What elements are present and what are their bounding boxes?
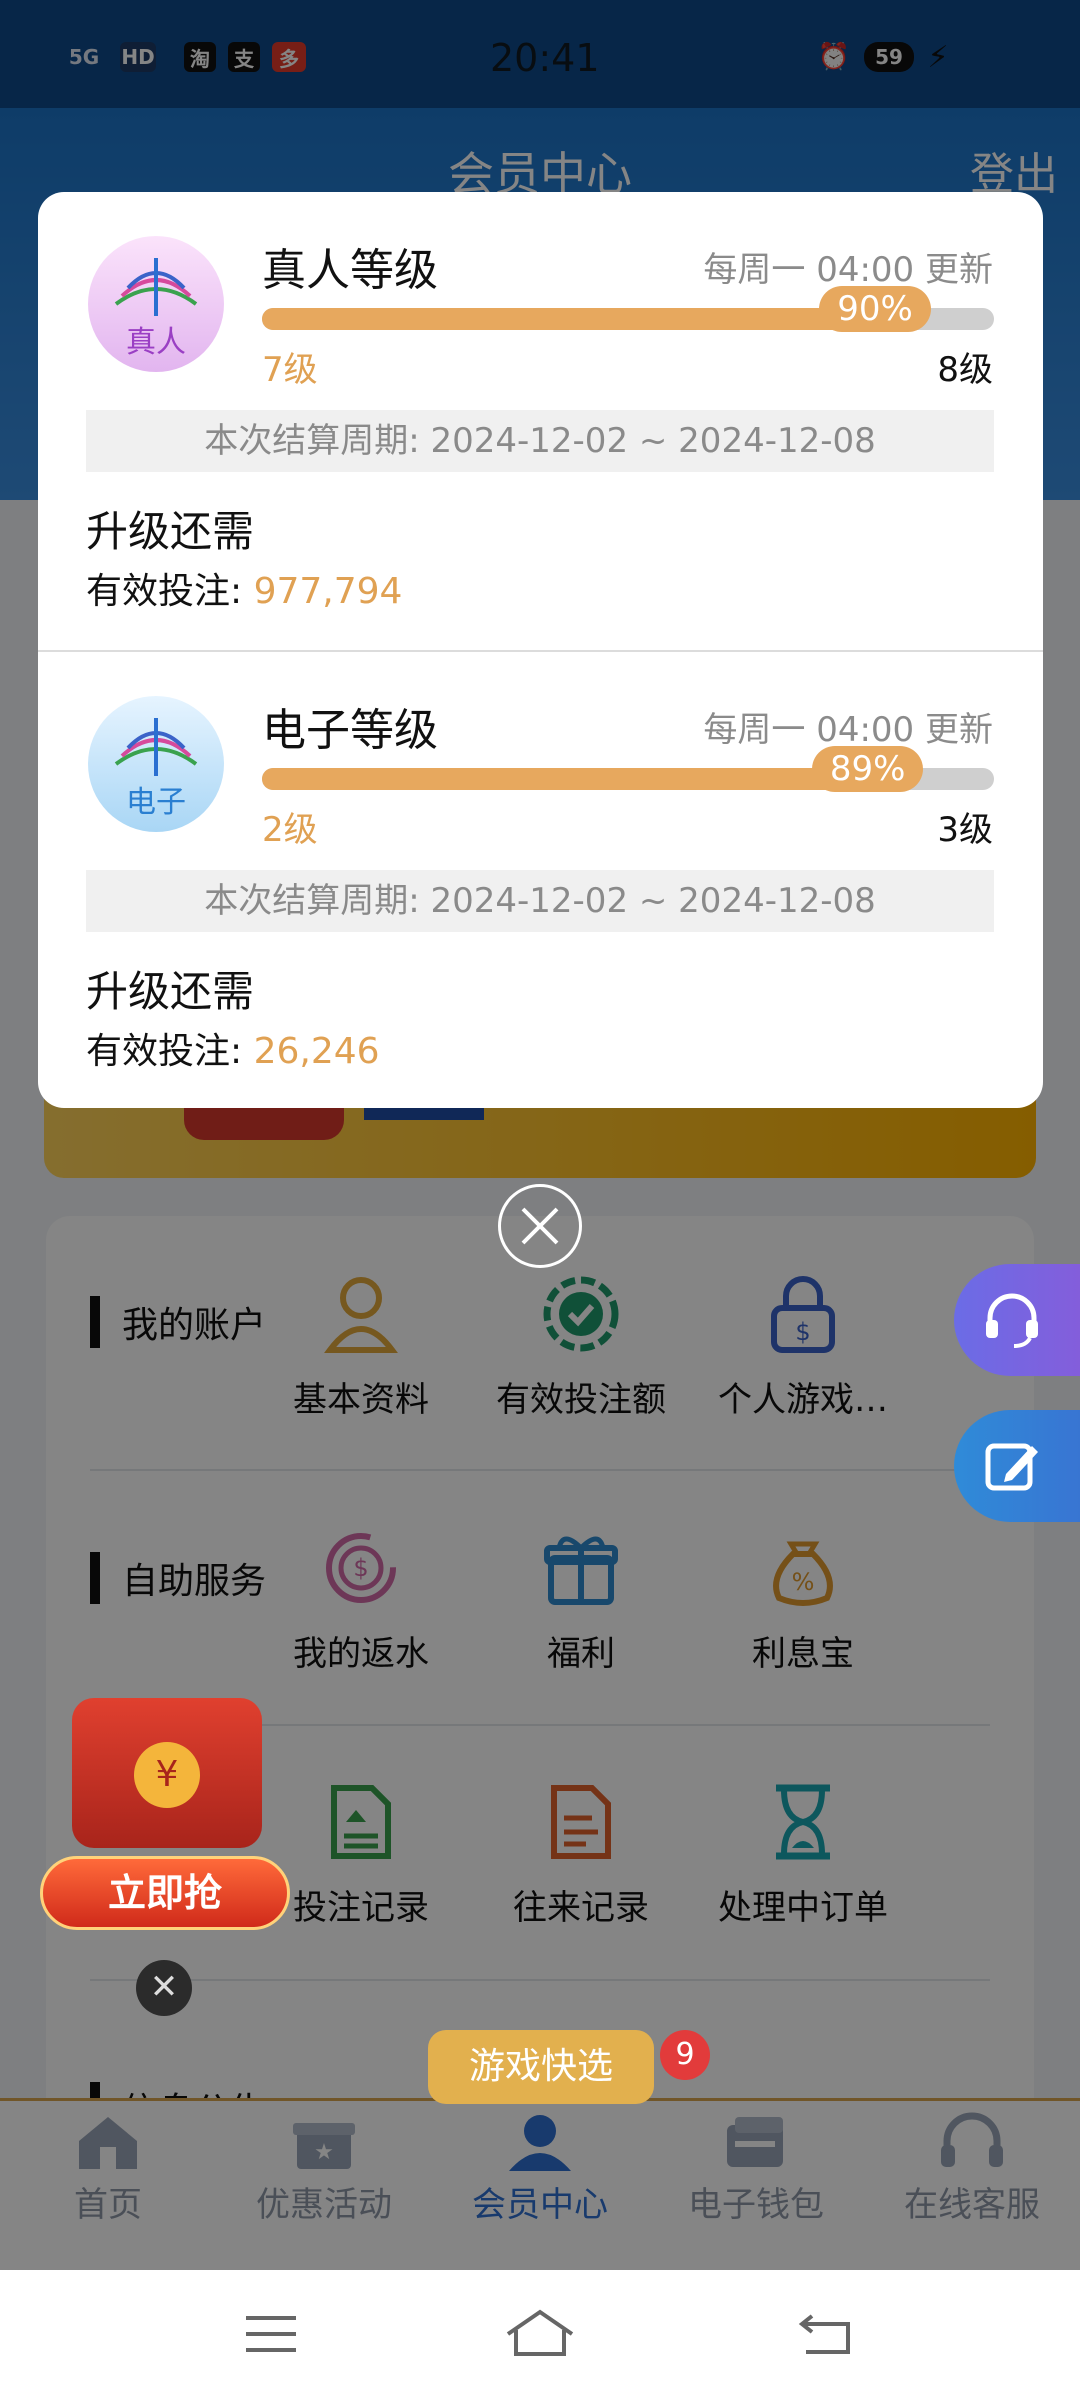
level-info-modal: 真人 真人等级 每周一 04:00 更新 90% 7级 8级 本次结算周期: 2… bbox=[38, 192, 1043, 1108]
notification-badge: 9 bbox=[660, 2030, 710, 2080]
level-progress-bar: 89% bbox=[262, 746, 994, 792]
update-schedule: 每周一 04:00 更新 bbox=[703, 250, 993, 290]
system-nav-bar bbox=[0, 2270, 1080, 2400]
level-progress-bar: 90% bbox=[262, 286, 994, 332]
back-icon[interactable] bbox=[796, 2310, 852, 2356]
settlement-period: 本次结算周期: 2024-12-02 ~ 2024-12-08 bbox=[86, 410, 994, 472]
upgrade-requirement-label: 升级还需 bbox=[86, 507, 255, 556]
slots-level-badge-icon: 电子 bbox=[88, 696, 224, 832]
next-level: 8级 bbox=[937, 350, 993, 390]
level-title: 电子等级 bbox=[262, 705, 438, 756]
grab-now-button[interactable]: 立即抢 bbox=[40, 1856, 290, 1930]
next-level: 3级 bbox=[937, 810, 993, 850]
slots-level-section: 电子 电子等级 每周一 04:00 更新 89% 2级 3级 本次结算周期: 2… bbox=[38, 652, 1043, 1108]
upgrade-requirement-label: 升级还需 bbox=[86, 967, 255, 1016]
valid-bet-requirement: 有效投注: 977,794 bbox=[86, 571, 403, 612]
current-level: 2级 bbox=[262, 810, 318, 850]
settlement-period: 本次结算周期: 2024-12-02 ~ 2024-12-08 bbox=[86, 870, 994, 932]
close-icon bbox=[521, 1207, 559, 1245]
level-title: 真人等级 bbox=[262, 245, 438, 296]
live-level-badge-icon: 真人 bbox=[88, 236, 224, 372]
red-packet-promo[interactable]: ¥ 立即抢 bbox=[36, 1688, 296, 1938]
close-modal-button[interactable] bbox=[498, 1184, 582, 1268]
current-level: 7级 bbox=[262, 350, 318, 390]
feedback-float-button[interactable] bbox=[954, 1410, 1080, 1522]
progress-percent: 89% bbox=[811, 746, 924, 792]
coin-icon: ¥ bbox=[134, 1742, 200, 1808]
customer-service-float-button[interactable] bbox=[954, 1264, 1080, 1376]
headset-icon bbox=[986, 1293, 1038, 1348]
live-level-section: 真人 真人等级 每周一 04:00 更新 90% 7级 8级 本次结算周期: 2… bbox=[38, 192, 1043, 651]
valid-bet-requirement: 有效投注: 26,246 bbox=[86, 1031, 380, 1072]
edit-icon bbox=[985, 1443, 1038, 1491]
menu-icon[interactable] bbox=[244, 2314, 298, 2354]
svg-text:电子: 电子 bbox=[126, 785, 186, 820]
home-nav-icon[interactable] bbox=[504, 2308, 576, 2358]
game-quick-pick-button[interactable]: 游戏快选 bbox=[428, 2030, 654, 2104]
progress-percent: 90% bbox=[819, 286, 931, 332]
update-schedule: 每周一 04:00 更新 bbox=[703, 710, 993, 750]
svg-text:真人: 真人 bbox=[126, 325, 186, 360]
close-promo-button[interactable]: ✕ bbox=[136, 1960, 192, 2016]
